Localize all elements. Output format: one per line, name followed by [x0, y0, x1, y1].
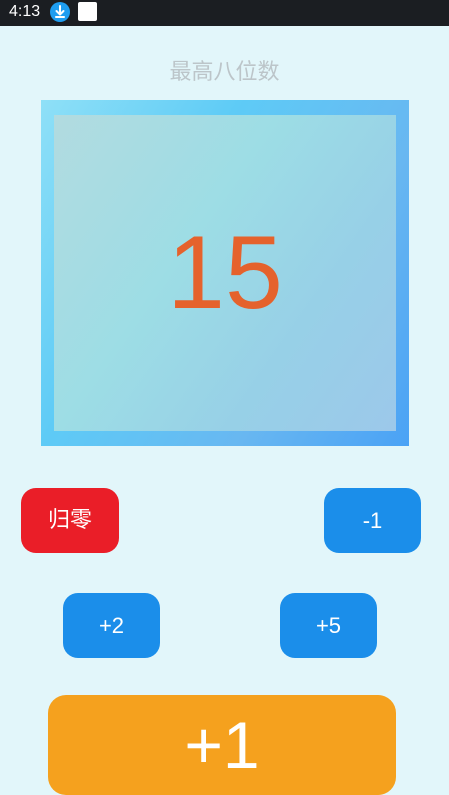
digit-limit-label: 最高八位数 — [169, 60, 280, 85]
counter-display: 15 — [41, 100, 409, 446]
notification-square-icon — [78, 2, 97, 21]
status-bar: 4:13 — [0, 0, 449, 26]
plus-five-button[interactable]: +5 — [280, 593, 377, 658]
status-time: 4:13 — [9, 3, 41, 20]
reset-button[interactable]: 归零 — [21, 488, 119, 553]
counter-display-panel: 15 — [54, 115, 396, 431]
download-icon — [50, 2, 70, 22]
counter-value: 15 — [167, 215, 283, 331]
plus-two-button[interactable]: +2 — [63, 593, 160, 658]
plus-one-button[interactable]: +1 — [48, 695, 396, 795]
minus-one-button[interactable]: -1 — [324, 488, 421, 553]
